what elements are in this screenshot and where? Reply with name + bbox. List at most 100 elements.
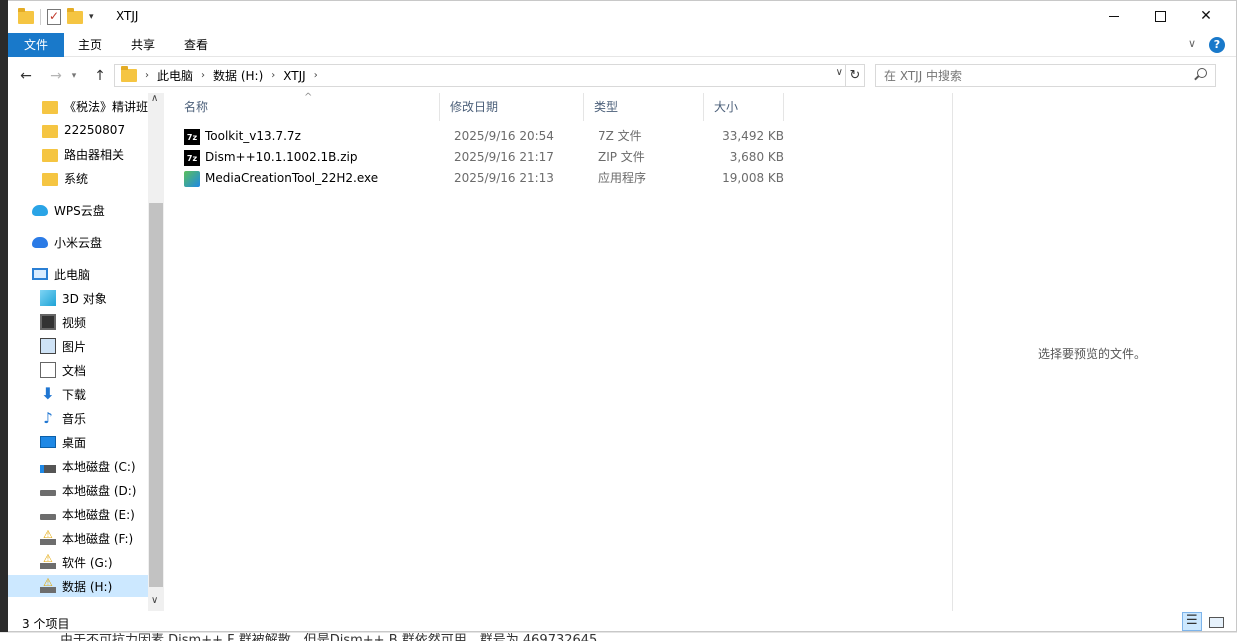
sidebar-item-wps-cloud[interactable]: WPS云盘 — [32, 199, 164, 221]
expand-ribbon-icon[interactable]: ∨ — [1188, 37, 1196, 50]
sidebar-item-documents[interactable]: 文档 — [40, 359, 164, 381]
nav-pane-scrollbar[interactable]: ∧ ∨ — [148, 93, 164, 611]
table-row[interactable]: 7z Toolkit_v13.7.7z 2025/9/16 20:54 7Z 文… — [174, 126, 784, 147]
navigation-bar: ← → ▾ ↑ › 此电脑 › 数据 (H:) › XTJJ › ∨ ↻ — [8, 61, 1236, 91]
table-row[interactable]: 7z Dism++10.1.1002.1B.zip 2025/9/16 21:1… — [174, 147, 784, 168]
search-icon[interactable] — [1197, 68, 1207, 78]
tab-home[interactable]: 主页 — [68, 33, 112, 57]
document-icon — [40, 362, 56, 378]
sidebar-item-label: 3D 对象 — [62, 291, 107, 306]
drive-warning-icon — [40, 552, 56, 569]
up-arrow-icon[interactable]: ↑ — [90, 66, 110, 86]
preview-message: 选择要预览的文件。 — [1038, 347, 1147, 361]
7z-archive-icon: 7z — [184, 149, 200, 166]
back-arrow-icon[interactable]: ← — [16, 66, 36, 86]
properties-icon[interactable] — [47, 9, 61, 25]
sidebar-item-this-pc[interactable]: 此电脑 — [32, 263, 164, 285]
chevron-down-icon[interactable]: ∨ — [836, 67, 843, 78]
refresh-button[interactable]: ↻ — [846, 64, 865, 87]
folder-icon — [42, 172, 58, 186]
chevron-right-icon[interactable]: › — [271, 70, 275, 81]
file-name-cell[interactable]: 7z Dism++10.1.1002.1B.zip — [184, 147, 357, 168]
close-button[interactable]: ✕ — [1183, 1, 1229, 31]
drive-warning-icon — [40, 528, 56, 545]
folder-icon — [42, 148, 58, 162]
sidebar-item-label: 本地磁盘 (D:) — [62, 483, 137, 498]
sidebar-item-mi-cloud[interactable]: 小米云盘 — [32, 231, 164, 253]
mi-cloud-icon — [32, 236, 48, 248]
sidebar-item-drive-g[interactable]: 软件 (G:) — [40, 551, 164, 573]
tab-view[interactable]: 查看 — [174, 33, 218, 57]
desktop-icon — [40, 436, 56, 448]
recent-locations-icon[interactable]: ▾ — [68, 66, 80, 86]
sidebar-item-label: 本地磁盘 (E:) — [62, 507, 135, 522]
file-date: 2025/9/16 21:17 — [454, 150, 554, 164]
file-size: 3,680 KB — [729, 150, 784, 164]
details-view-icon[interactable] — [1182, 612, 1202, 631]
large-icons-view-icon[interactable] — [1206, 612, 1226, 631]
drive-icon — [40, 490, 56, 496]
breadcrumb-this-pc[interactable]: 此电脑 — [157, 67, 193, 84]
file-name-cell[interactable]: 7z Toolkit_v13.7.7z — [184, 126, 301, 147]
file-list: 名称 ^ 修改日期 类型 大小 7z Toolkit_v13.7.7z 2025… — [174, 92, 954, 611]
minimize-button[interactable] — [1091, 1, 1137, 31]
folder-icon — [121, 66, 137, 82]
column-header-name[interactable]: 名称 ^ — [174, 92, 440, 121]
file-name-cell[interactable]: MediaCreationTool_22H2.exe — [184, 168, 378, 189]
chevron-right-icon[interactable]: › — [145, 70, 149, 81]
sidebar-item-videos[interactable]: 视频 — [40, 311, 164, 333]
sidebar-item-router[interactable]: 路由器相关 — [42, 143, 164, 165]
tab-share[interactable]: 共享 — [120, 33, 166, 57]
sidebar-item-label: 软件 (G:) — [62, 555, 113, 570]
file-name: Toolkit_v13.7.7z — [205, 129, 301, 143]
scrollbar-thumb[interactable] — [149, 203, 163, 587]
navigation-pane: 《税法》精讲班 22250807 路由器相关 系统 WPS云盘 小米云盘 此电脑 — [8, 93, 164, 611]
sidebar-item-drive-c[interactable]: 本地磁盘 (C:) — [40, 455, 164, 477]
chevron-up-icon[interactable]: ∧ — [151, 93, 158, 104]
file-type: 7Z 文件 — [598, 129, 642, 143]
tab-file[interactable]: 文件 — [8, 33, 64, 57]
column-header-type[interactable]: 类型 — [584, 93, 704, 121]
sidebar-item-system[interactable]: 系统 — [42, 167, 164, 189]
address-bar[interactable]: › 此电脑 › 数据 (H:) › XTJJ › ∨ — [114, 64, 846, 87]
customize-toolbar-icon[interactable]: ▾ — [89, 12, 94, 22]
ribbon: 文件 主页 共享 查看 ∨ ? — [8, 31, 1236, 57]
forward-arrow-icon[interactable]: → — [46, 66, 66, 86]
computer-icon — [32, 268, 48, 280]
folder-icon — [42, 100, 58, 114]
column-header-date[interactable]: 修改日期 — [440, 93, 584, 121]
chevron-down-icon[interactable]: ∨ — [151, 595, 158, 606]
sidebar-item-drive-f[interactable]: 本地磁盘 (F:) — [40, 527, 164, 549]
table-row[interactable]: MediaCreationTool_22H2.exe 2025/9/16 21:… — [174, 168, 784, 189]
breadcrumb-drive-h[interactable]: 数据 (H:) — [213, 67, 263, 84]
sidebar-item-label: 桌面 — [62, 435, 87, 450]
new-folder-icon[interactable] — [67, 7, 83, 24]
sidebar-item-pictures[interactable]: 图片 — [40, 335, 164, 357]
sidebar-item-drive-d[interactable]: 本地磁盘 (D:) — [40, 479, 164, 501]
quick-access-toolbar: ▾ — [18, 7, 94, 26]
sidebar-item-drive-e[interactable]: 本地磁盘 (E:) — [40, 503, 164, 525]
sidebar-item-tax-course[interactable]: 《税法》精讲班 — [42, 95, 164, 117]
file-name: MediaCreationTool_22H2.exe — [205, 171, 379, 185]
folder-icon — [42, 124, 58, 138]
sidebar-item-drive-h[interactable]: 数据 (H:) — [8, 575, 148, 597]
sidebar-item-downloads[interactable]: ⬇ 下载 — [40, 383, 164, 405]
sidebar-item-22250807[interactable]: 22250807 — [42, 119, 164, 141]
sidebar-item-label: 文档 — [62, 363, 87, 378]
chevron-right-icon[interactable]: › — [314, 70, 318, 81]
sidebar-item-desktop[interactable]: 桌面 — [40, 431, 164, 453]
maximize-button[interactable] — [1137, 1, 1183, 31]
status-bar: 3 个项目 — [8, 611, 1236, 631]
search-input[interactable] — [884, 65, 1184, 86]
file-date: 2025/9/16 21:13 — [454, 171, 554, 185]
sidebar-item-music[interactable]: ♪ 音乐 — [40, 407, 164, 429]
search-box[interactable] — [875, 64, 1216, 87]
desktop-background — [0, 0, 8, 641]
sidebar-item-3d-objects[interactable]: 3D 对象 — [40, 287, 164, 309]
sidebar-item-label: 小米云盘 — [54, 235, 103, 250]
music-icon: ♪ — [43, 409, 53, 427]
help-icon[interactable]: ? — [1209, 37, 1225, 53]
column-header-size[interactable]: 大小 — [704, 93, 784, 121]
breadcrumb-xtjj[interactable]: XTJJ — [283, 69, 305, 83]
chevron-right-icon[interactable]: › — [201, 70, 205, 81]
